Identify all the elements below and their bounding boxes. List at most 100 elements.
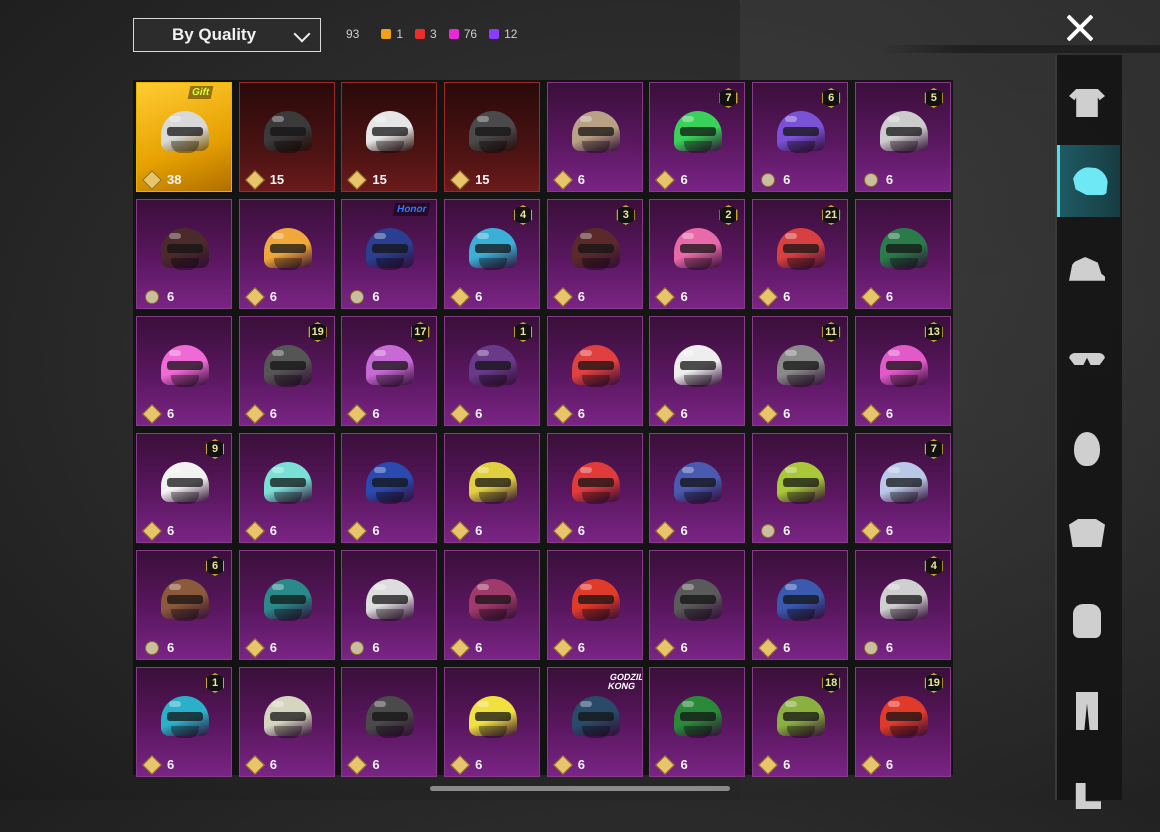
- tab-pants[interactable]: [1057, 675, 1117, 747]
- inventory-item[interactable]: 6: [444, 550, 541, 660]
- inventory-item[interactable]: Honor 6: [341, 199, 438, 309]
- inventory-item[interactable]: 15: [444, 82, 541, 192]
- inventory-item[interactable]: 6: [546, 82, 643, 192]
- inventory-item[interactable]: 36: [546, 199, 643, 309]
- quantity-value: 6: [577, 757, 585, 772]
- helmet-shine: [477, 467, 490, 473]
- level-badge: 2: [719, 205, 738, 225]
- quality-count-value: 3: [430, 27, 437, 41]
- item-quantity: 6: [450, 286, 482, 307]
- top-bar: By Quality 93 1 3 76 12: [0, 0, 1160, 70]
- tab-backpack[interactable]: [1057, 585, 1117, 657]
- inventory-item[interactable]: 6: [546, 550, 643, 660]
- helmet-visor: [885, 595, 922, 604]
- shirt-set-icon: [1069, 89, 1105, 117]
- inventory-item[interactable]: 6: [444, 433, 541, 543]
- tab-mask[interactable]: [1057, 413, 1117, 485]
- level-badge: 3: [616, 205, 635, 225]
- inventory-item[interactable]: 19 6: [238, 316, 335, 426]
- helmet-icon: [366, 345, 415, 387]
- inventory-item[interactable]: 6: [238, 667, 335, 777]
- tab-glasses[interactable]: [1057, 323, 1117, 395]
- inventory-item[interactable]: 13 6: [854, 316, 951, 426]
- inventory-item[interactable]: 6: [136, 316, 232, 426]
- helmet-visor: [885, 127, 922, 136]
- inventory-item[interactable]: 6: [752, 433, 849, 543]
- inventory-item[interactable]: 21 6: [752, 199, 849, 309]
- item-quantity: 6: [244, 403, 277, 424]
- inventory-item[interactable]: 76: [854, 433, 951, 543]
- inventory-item[interactable]: Gift 38: [136, 82, 232, 192]
- inventory-item[interactable]: 6: [341, 667, 438, 777]
- inventory-item[interactable]: 66: [752, 82, 849, 192]
- inventory-item[interactable]: 16: [136, 667, 232, 777]
- helmet-visor: [269, 712, 306, 721]
- inventory-item[interactable]: 6: [649, 550, 746, 660]
- tab-shirt-set[interactable]: [1057, 67, 1117, 139]
- helmet-visor: [372, 712, 409, 721]
- inventory-item[interactable]: 6: [649, 433, 746, 543]
- inventory-item[interactable]: 96: [136, 433, 232, 543]
- inventory-item[interactable]: 6: [854, 199, 951, 309]
- helmet-visor: [475, 244, 512, 253]
- inventory-item[interactable]: 6: [649, 316, 746, 426]
- inventory-item[interactable]: 76: [649, 82, 746, 192]
- inventory-item[interactable]: 6: [649, 667, 746, 777]
- inventory-item[interactable]: 16: [444, 316, 541, 426]
- helmet-shine: [785, 584, 798, 590]
- inventory-item[interactable]: 6: [238, 199, 335, 309]
- sort-dropdown[interactable]: By Quality: [133, 18, 321, 52]
- inventory-item[interactable]: 19 6: [854, 667, 951, 777]
- tab-jacket[interactable]: [1057, 497, 1117, 569]
- inventory-item[interactable]: 26: [649, 199, 746, 309]
- tab-helmet[interactable]: [1057, 145, 1120, 217]
- inventory-item[interactable]: 6: [341, 433, 438, 543]
- coin-icon: [552, 403, 573, 424]
- inventory-item[interactable]: 15: [238, 82, 335, 192]
- item-quantity: 6: [347, 754, 380, 775]
- inventory-item[interactable]: 56: [854, 82, 951, 192]
- inventory-item[interactable]: 66: [136, 550, 232, 660]
- helmet-visor: [167, 361, 203, 370]
- helmet-visor: [680, 244, 717, 253]
- inventory-item[interactable]: 6: [238, 433, 335, 543]
- item-quantity: 6: [860, 520, 893, 541]
- tab-cap[interactable]: [1057, 235, 1117, 307]
- quantity-value: 6: [372, 289, 380, 304]
- inventory-item[interactable]: 6: [752, 550, 849, 660]
- inventory-item[interactable]: 46: [444, 199, 541, 309]
- home-indicator[interactable]: [430, 786, 730, 791]
- inventory-item[interactable]: 6: [238, 550, 335, 660]
- helmet-shine: [887, 350, 900, 356]
- inventory-item[interactable]: 15: [341, 82, 438, 192]
- quantity-value: 6: [167, 406, 175, 421]
- coin-icon: [244, 286, 265, 307]
- level-badge: 7: [924, 439, 943, 459]
- helmet-icon: [777, 462, 826, 504]
- helmet-shine: [887, 233, 900, 239]
- coin-icon: [758, 286, 779, 307]
- inventory-item[interactable]: 6: [546, 316, 643, 426]
- inventory-item[interactable]: GODZILLA KONG 6: [546, 667, 643, 777]
- helmet-chin: [684, 726, 713, 738]
- helmet-visor: [475, 478, 512, 487]
- helmet-chin: [787, 609, 816, 621]
- inventory-item[interactable]: 6: [546, 433, 643, 543]
- coin-icon: [450, 169, 470, 190]
- close-icon[interactable]: [1062, 10, 1098, 46]
- helmet-icon: [879, 696, 928, 738]
- coin-icon: [552, 169, 573, 190]
- tab-boots[interactable]: [1057, 760, 1117, 832]
- inventory-item[interactable]: 6: [444, 667, 541, 777]
- coin-icon: [244, 754, 265, 775]
- quantity-value: 6: [269, 289, 277, 304]
- helmet-icon: [879, 579, 928, 621]
- inventory-item[interactable]: 6: [136, 199, 232, 309]
- inventory-item[interactable]: 11 6: [752, 316, 849, 426]
- inventory-item[interactable]: 6: [341, 550, 438, 660]
- inventory-item[interactable]: 46: [854, 550, 951, 660]
- inventory-item[interactable]: 17 6: [341, 316, 438, 426]
- inventory-item[interactable]: 18 6: [752, 667, 849, 777]
- helmet-chin: [787, 726, 816, 738]
- helmet-chin: [376, 141, 405, 153]
